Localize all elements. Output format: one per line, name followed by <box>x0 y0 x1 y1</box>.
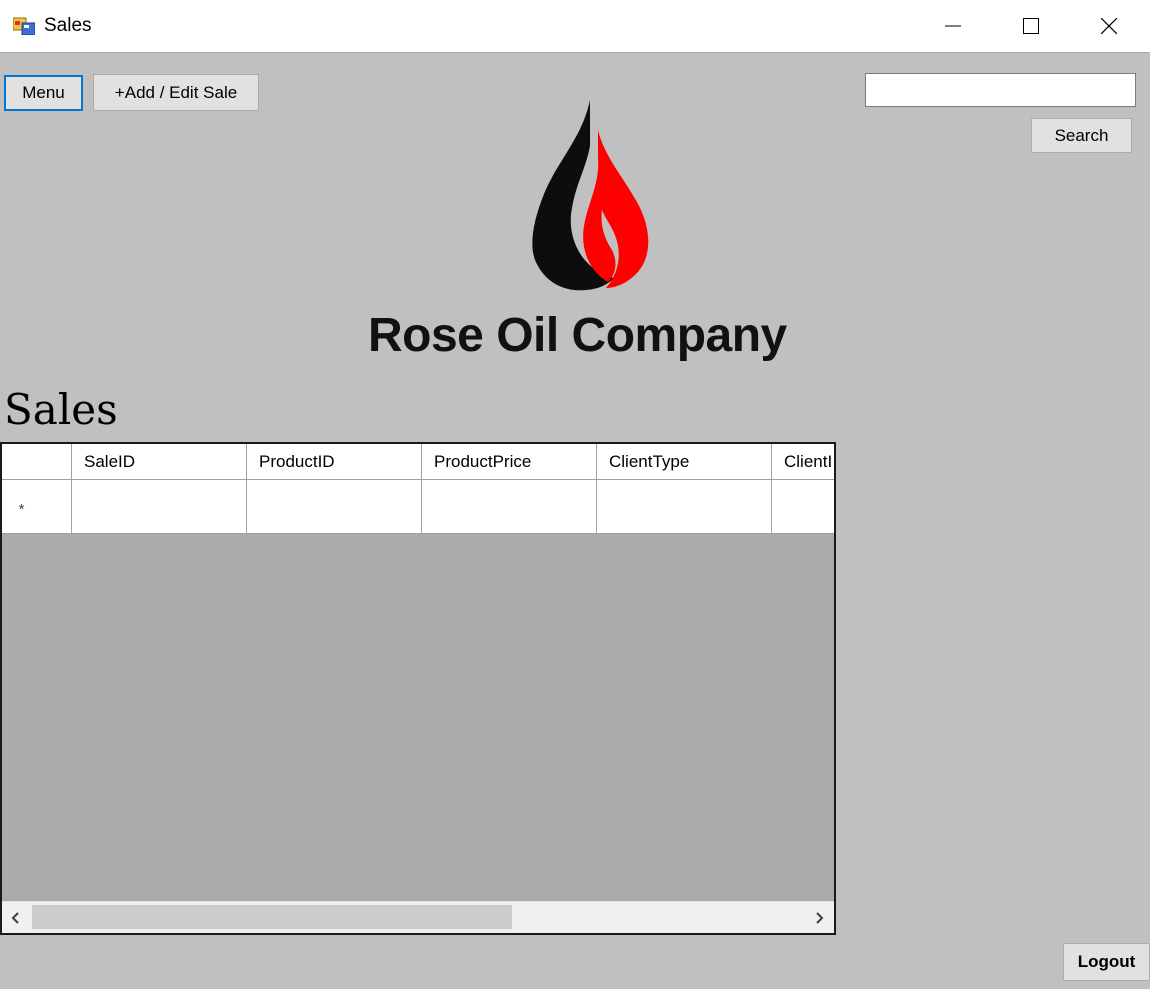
new-row-marker: * <box>18 501 25 518</box>
new-row-cell-saleid[interactable] <box>72 480 247 534</box>
page-title: Sales <box>4 385 118 434</box>
column-header-clientid[interactable]: ClientI <box>772 444 834 480</box>
maximize-button[interactable] <box>992 0 1070 52</box>
close-icon <box>1101 18 1117 34</box>
company-name: Rose Oil Company <box>368 309 787 362</box>
sales-form: Menu +Add / Edit Sale Search Rose Oil Co… <box>0 53 1150 989</box>
search-button[interactable]: Search <box>1031 118 1132 153</box>
grid-header-row: SaleID ProductID ProductPrice ClientType… <box>2 444 834 480</box>
window-title: Sales <box>44 15 92 36</box>
row-header-corner[interactable] <box>2 444 72 480</box>
new-row-cell-clientid[interactable] <box>772 480 834 534</box>
minimize-button[interactable] <box>914 0 992 52</box>
scroll-right-button[interactable] <box>807 902 833 933</box>
app-icon <box>12 15 36 36</box>
oil-flame-logo <box>520 98 660 298</box>
maximize-icon <box>1023 18 1039 34</box>
chevron-right-icon <box>816 911 824 924</box>
minimize-icon <box>945 25 961 27</box>
scroll-thumb[interactable] <box>32 905 512 929</box>
close-button[interactable] <box>1070 0 1148 52</box>
sales-data-grid[interactable]: SaleID ProductID ProductPrice ClientType… <box>0 442 836 935</box>
menu-button[interactable]: Menu <box>4 75 83 111</box>
title-bar: Sales <box>0 0 1150 53</box>
new-row[interactable]: * <box>2 480 834 534</box>
scroll-left-button[interactable] <box>2 902 28 933</box>
horizontal-scrollbar[interactable] <box>2 901 834 933</box>
column-header-productprice[interactable]: ProductPrice <box>422 444 597 480</box>
add-edit-sale-button[interactable]: +Add / Edit Sale <box>93 74 259 111</box>
new-row-cell-productid[interactable] <box>247 480 422 534</box>
new-row-cell-clienttype[interactable] <box>597 480 772 534</box>
new-row-header[interactable]: * <box>2 480 72 534</box>
search-input[interactable] <box>865 73 1136 107</box>
logout-button[interactable]: Logout <box>1063 943 1150 981</box>
column-header-saleid[interactable]: SaleID <box>72 444 247 480</box>
column-header-clienttype[interactable]: ClientType <box>597 444 772 480</box>
chevron-left-icon <box>11 911 19 924</box>
new-row-cell-productprice[interactable] <box>422 480 597 534</box>
column-header-productid[interactable]: ProductID <box>247 444 422 480</box>
